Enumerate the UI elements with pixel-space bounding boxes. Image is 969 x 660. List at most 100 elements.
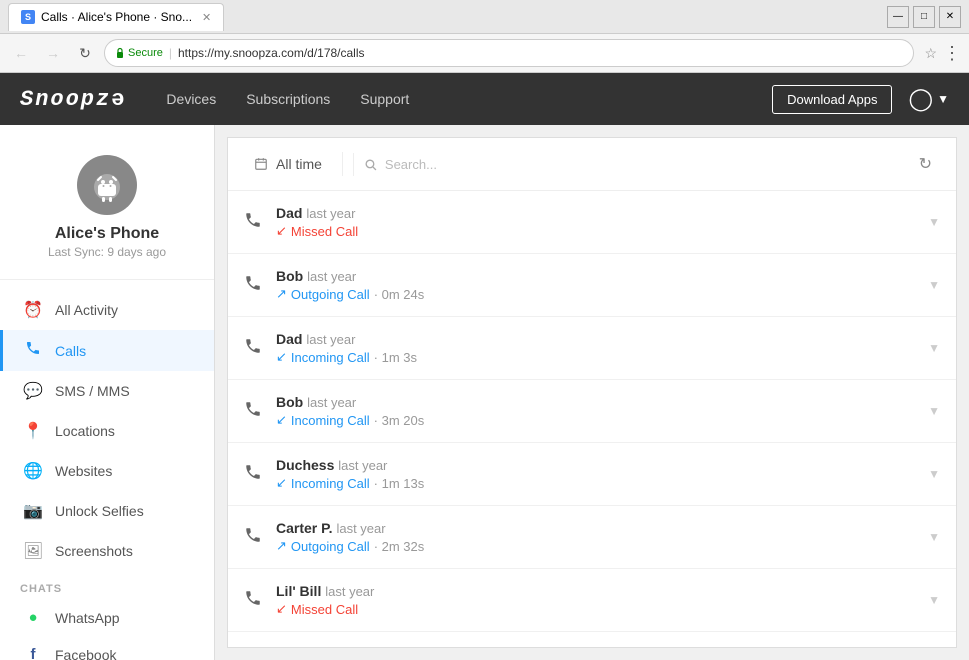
phone-call-icon <box>244 526 262 549</box>
calendar-icon <box>254 157 268 171</box>
app-logo: Snoopzə <box>20 87 126 112</box>
browser-menu-btn[interactable]: ⋮ <box>943 43 961 64</box>
url-separator: | <box>169 46 172 60</box>
main-content: Alice's Phone Last Sync: 9 days ago ⏰ Al… <box>0 125 969 660</box>
nav-support[interactable]: Support <box>360 91 409 107</box>
call-direction-arrow: ↙ <box>276 349 287 365</box>
close-btn[interactable]: ✕ <box>939 6 961 28</box>
phone-call-icon <box>244 589 262 612</box>
back-btn[interactable]: ← <box>8 40 34 66</box>
android-icon <box>88 166 126 204</box>
call-type-label: Missed Call <box>291 602 358 617</box>
sidebar-label-locations: Locations <box>55 423 115 439</box>
user-account-btn[interactable]: ◯ ▼ <box>908 86 949 112</box>
phone-call-icon <box>244 337 262 360</box>
restore-btn[interactable]: □ <box>913 6 935 28</box>
call-name: Lil' Bill last year <box>276 583 920 599</box>
bookmark-btn[interactable]: ☆ <box>924 45 937 62</box>
call-item[interactable]: Duchess last year ↙ Incoming Call · 1m 1… <box>228 443 956 506</box>
browser-tab[interactable]: S Calls · Alice's Phone · Sno... ✕ <box>8 3 224 31</box>
forward-btn[interactable]: → <box>40 40 66 66</box>
call-chevron-icon[interactable]: ▼ <box>928 467 940 481</box>
title-bar: S Calls · Alice's Phone · Sno... ✕ — □ ✕ <box>0 0 969 34</box>
call-name: Dad last year <box>276 205 920 221</box>
sidebar-label-unlock-selfies: Unlock Selfies <box>55 503 144 519</box>
account-chevron-icon: ▼ <box>937 92 949 106</box>
nav-subscriptions[interactable]: Subscriptions <box>246 91 330 107</box>
clock-icon: ⏰ <box>23 300 43 320</box>
refresh-calls-btn[interactable]: ↻ <box>911 150 940 178</box>
call-name: Carter P. last year <box>276 520 920 536</box>
tab-close-btn[interactable]: ✕ <box>202 11 211 24</box>
call-details: Dad last year ↙ Incoming Call · 1m 3s <box>276 331 920 365</box>
call-item[interactable]: Dad last year ↙ Missed Call ▼ <box>228 191 956 254</box>
call-type-label: Incoming Call <box>291 476 370 491</box>
chats-section-label: CHATS <box>0 571 214 599</box>
call-type-label: Incoming Call <box>291 350 370 365</box>
content-area: All time Search... ↻ Dad last year ↙ Mis… <box>227 137 957 648</box>
call-duration: · 0m 24s <box>374 287 425 302</box>
sidebar-item-websites[interactable]: 🌐 Websites <box>0 451 214 491</box>
nav-devices[interactable]: Devices <box>166 91 216 107</box>
address-bar[interactable]: Secure | https://my.snoopza.com/d/178/ca… <box>104 39 914 67</box>
browser-chrome: S Calls · Alice's Phone · Sno... ✕ — □ ✕… <box>0 0 969 73</box>
device-sync: Last Sync: 9 days ago <box>48 245 166 259</box>
call-name: Duchess last year <box>276 457 920 473</box>
title-bar-left: S Calls · Alice's Phone · Sno... ✕ <box>8 3 224 31</box>
call-item[interactable]: Bob last year ↙ Incoming Call · 3m 20s ▼ <box>228 380 956 443</box>
sidebar-item-calls[interactable]: Calls <box>0 330 214 371</box>
sidebar-item-screenshots[interactable]: 🖼 Screenshots <box>0 531 214 571</box>
filter-label: All time <box>276 156 322 172</box>
call-chevron-icon[interactable]: ▼ <box>928 404 940 418</box>
call-chevron-icon[interactable]: ▼ <box>928 341 940 355</box>
sms-icon: 💬 <box>23 381 43 401</box>
search-icon <box>364 158 377 171</box>
lock-icon <box>115 47 125 59</box>
call-type-label: Outgoing Call <box>291 539 370 554</box>
url-text: https://my.snoopza.com/d/178/calls <box>178 46 365 60</box>
call-type: ↙ Missed Call <box>276 223 920 239</box>
call-item[interactable]: Dad last year ↙ Incoming Call · 1m 3s ▼ <box>228 317 956 380</box>
call-item[interactable]: Carter P. last year ↗ Outgoing Call · 2m… <box>228 506 956 569</box>
sidebar-item-unlock-selfies[interactable]: 📷 Unlock Selfies <box>0 491 214 531</box>
download-apps-btn[interactable]: Download Apps <box>772 85 892 114</box>
call-item[interactable]: Bob last year ↗ Outgoing Call · 0m 24s ▼ <box>228 254 956 317</box>
sidebar-label-sms: SMS / MMS <box>55 383 130 399</box>
sidebar-item-sms[interactable]: 💬 SMS / MMS <box>0 371 214 411</box>
sidebar-label-whatsapp: WhatsApp <box>55 610 120 626</box>
phone-call-icon <box>244 274 262 297</box>
facebook-icon: f <box>23 646 43 660</box>
nav-links: Devices Subscriptions Support <box>166 91 409 107</box>
call-item[interactable]: Lil' Bill last year ↙ Missed Call ▼ <box>228 569 956 632</box>
search-box[interactable]: Search... <box>353 153 901 176</box>
call-duration: · 1m 3s <box>374 350 417 365</box>
call-name: Bob last year <box>276 394 920 410</box>
camera-icon: 📷 <box>23 501 43 521</box>
refresh-nav-btn[interactable]: ↻ <box>72 40 98 66</box>
device-avatar <box>77 155 137 215</box>
address-bar-row: ← → ↻ Secure | https://my.snoopza.com/d/… <box>0 34 969 72</box>
sidebar-item-whatsapp[interactable]: ● WhatsApp <box>0 599 214 636</box>
filter-btn[interactable]: All time <box>244 152 332 176</box>
call-type: ↙ Incoming Call · 1m 3s <box>276 349 920 365</box>
sidebar-item-locations[interactable]: 📍 Locations <box>0 411 214 451</box>
minimize-btn[interactable]: — <box>887 6 909 28</box>
call-type-label: Outgoing Call <box>291 287 370 302</box>
sidebar-item-facebook[interactable]: f Facebook <box>0 636 214 660</box>
sidebar-item-all-activity[interactable]: ⏰ All Activity <box>0 290 214 330</box>
sidebar-label-facebook: Facebook <box>55 647 116 660</box>
call-type-label: Incoming Call <box>291 413 370 428</box>
call-details: Bob last year ↗ Outgoing Call · 0m 24s <box>276 268 920 302</box>
call-chevron-icon[interactable]: ▼ <box>928 278 940 292</box>
call-chevron-icon[interactable]: ▼ <box>928 215 940 229</box>
call-type: ↙ Incoming Call · 3m 20s <box>276 412 920 428</box>
call-direction-arrow: ↙ <box>276 223 287 239</box>
call-duration: · 1m 13s <box>374 476 425 491</box>
app-navbar: Snoopzə Devices Subscriptions Support Do… <box>0 73 969 125</box>
call-chevron-icon[interactable]: ▼ <box>928 530 940 544</box>
tab-title: Calls · Alice's Phone · Sno... <box>41 10 192 24</box>
call-type: ↙ Missed Call <box>276 601 920 617</box>
call-chevron-icon[interactable]: ▼ <box>928 593 940 607</box>
phone-call-icon <box>244 211 262 234</box>
account-circle-icon: ◯ <box>908 86 933 112</box>
